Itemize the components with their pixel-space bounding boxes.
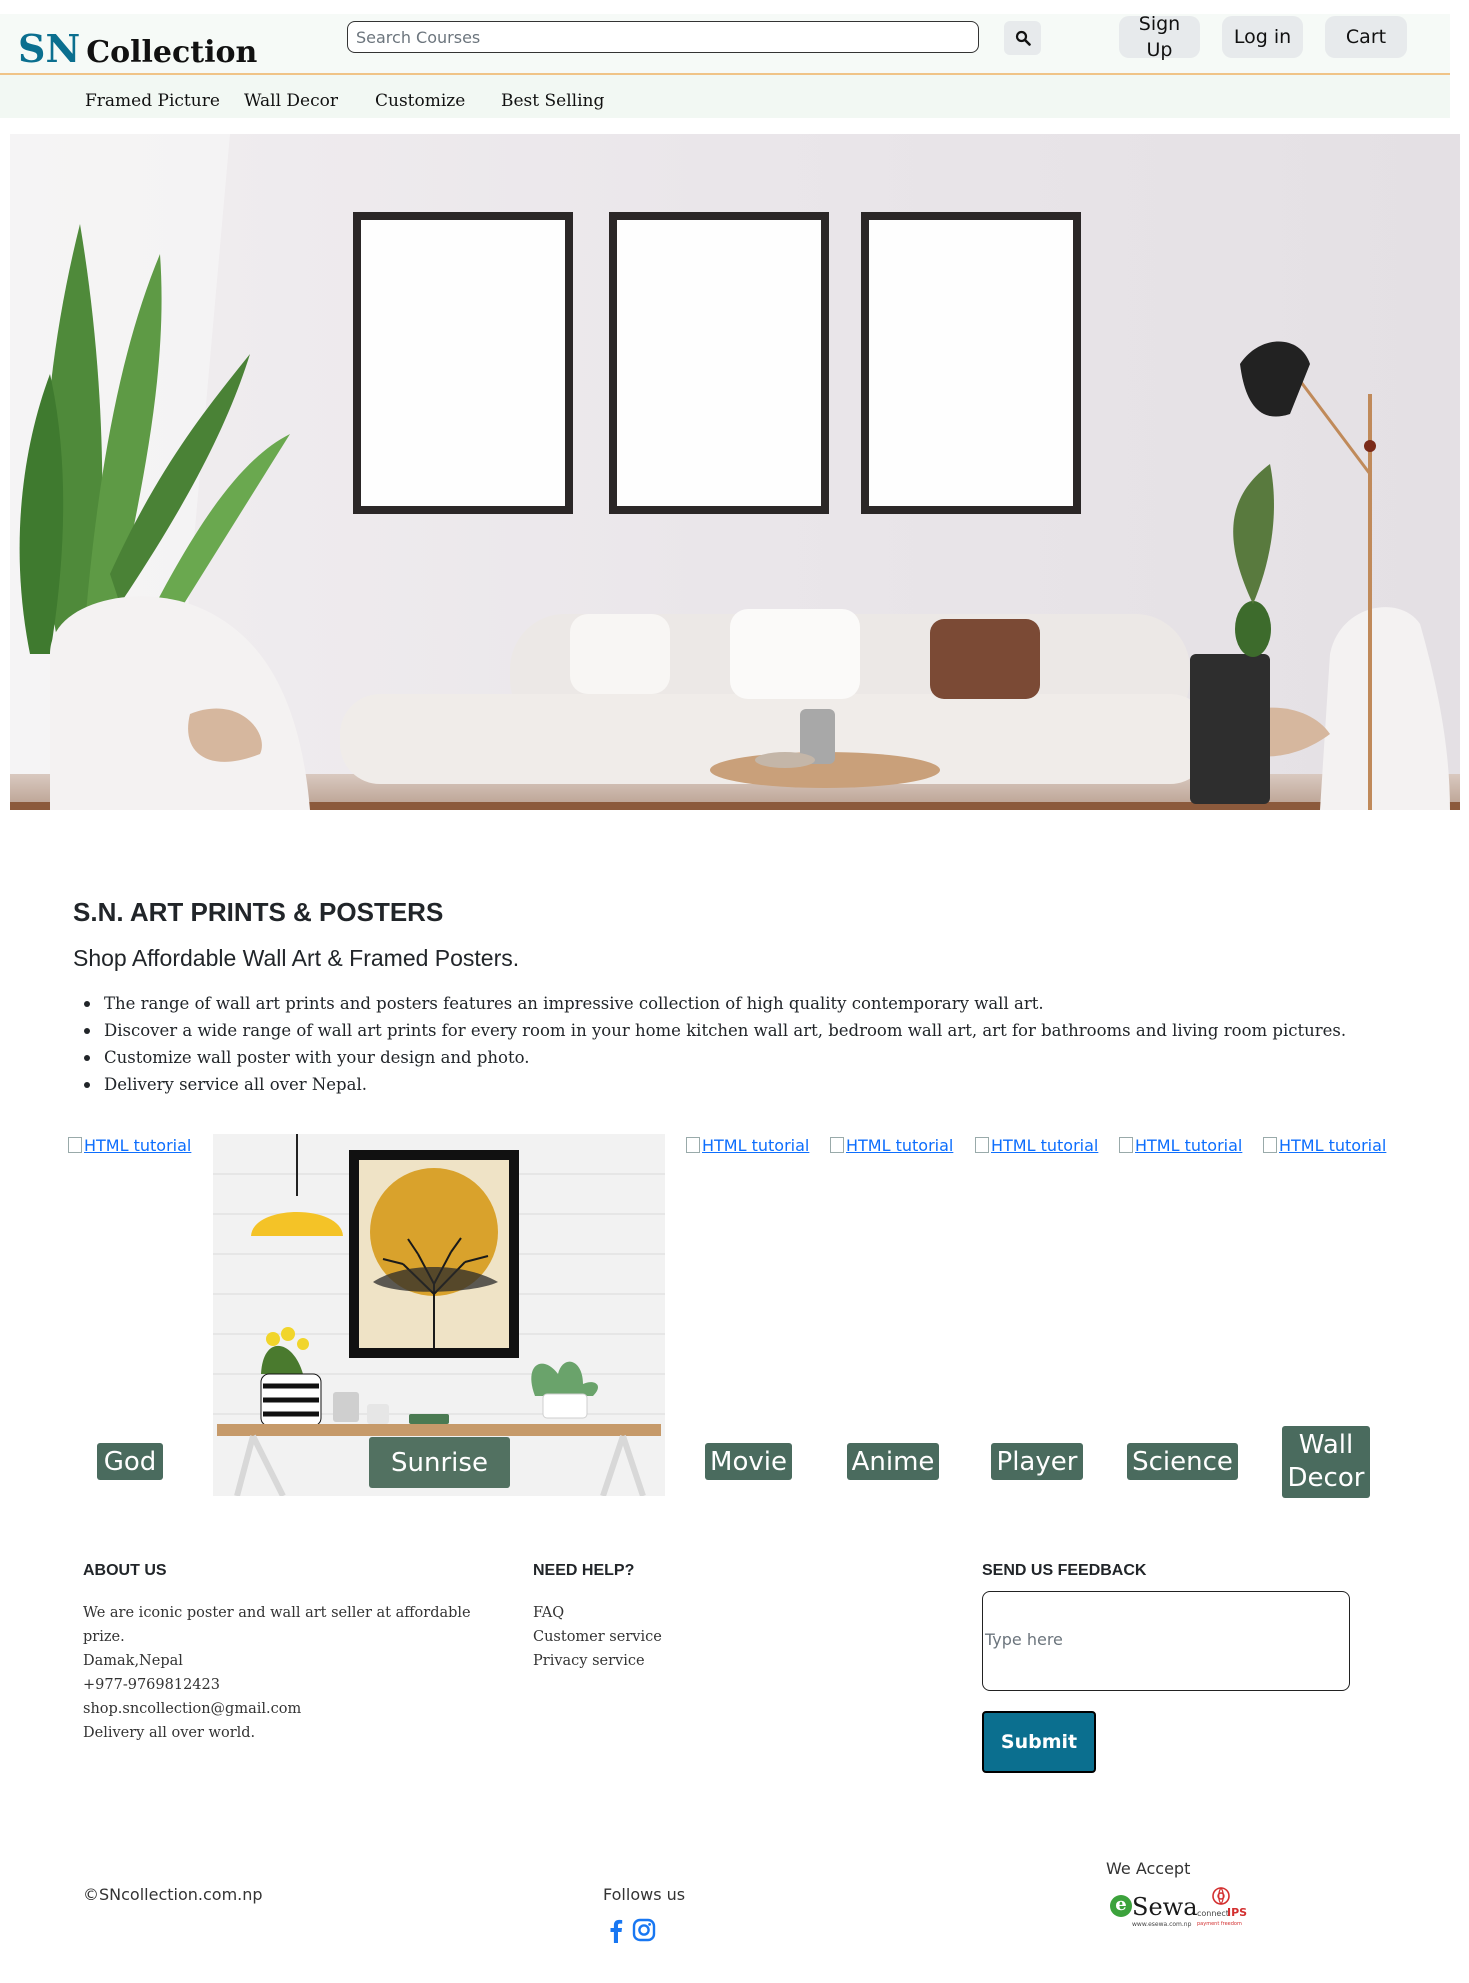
hero-banner-image (10, 134, 1460, 810)
esewa-wordmark: Sewa (1132, 1893, 1198, 1921)
facebook-icon[interactable] (604, 1917, 628, 1943)
nav-framed-picture[interactable]: Framed Picture (85, 91, 220, 111)
caption-sunrise[interactable]: Sunrise (369, 1437, 510, 1488)
submit-feedback-button[interactable]: Submit (982, 1711, 1096, 1773)
signup-button[interactable]: Sign Up (1119, 13, 1200, 61)
search-input[interactable] (347, 21, 979, 53)
gallery-image-movie[interactable]: HTML tutorial (686, 1136, 809, 1155)
site-logo[interactable]: SN Collection (18, 26, 257, 71)
image-alt-text: HTML tutorial (702, 1136, 810, 1155)
ips-connect-text: connect (1197, 1909, 1229, 1918)
about-line: prize. (83, 1629, 125, 1645)
help-links: FAQ Customer service Privacy service (533, 1601, 662, 1673)
broken-image-icon (68, 1137, 82, 1153)
feedback-textarea[interactable] (982, 1591, 1350, 1691)
gallery-image-anime[interactable]: HTML tutorial (830, 1136, 953, 1155)
ips-flower-icon (1212, 1886, 1230, 1906)
top-header: SNCollection Sign Up Log in Cart (0, 13, 1450, 75)
logo-collection-text: Collection (86, 35, 258, 70)
about-us-heading: ABOUT US (83, 1562, 167, 1579)
nav-best-selling[interactable]: Best Selling (501, 91, 604, 111)
feedback-heading: SEND US FEEDBACK (982, 1562, 1147, 1579)
feature-item: Customize wall poster with your design a… (83, 1044, 1346, 1071)
category-navbar: Framed Picture Wall Decor Customize Best… (0, 75, 1450, 118)
we-accept-label: We Accept (1106, 1859, 1191, 1878)
need-help-heading: NEED HELP? (533, 1562, 635, 1579)
feature-item: Delivery service all over Nepal. (83, 1071, 1346, 1098)
copyright-text: ©SNcollection.com.np (83, 1885, 263, 1904)
image-alt-text: HTML tutorial (1135, 1136, 1243, 1155)
broken-image-icon (830, 1137, 844, 1153)
broken-image-icon (1119, 1137, 1133, 1153)
logo-sn-text: SN (18, 26, 81, 71)
feature-item: Discover a wide range of wall art prints… (83, 1017, 1346, 1044)
gallery-image-god[interactable]: HTML tutorial (68, 1136, 191, 1155)
caption-science[interactable]: Science (1127, 1443, 1238, 1480)
privacy-service-link[interactable]: Privacy service (533, 1649, 662, 1673)
customer-service-link[interactable]: Customer service (533, 1625, 662, 1649)
search-icon (1015, 30, 1031, 46)
search-button[interactable] (1004, 21, 1041, 55)
gallery-image-player[interactable]: HTML tutorial (975, 1136, 1098, 1155)
about-email: shop.sncollection@gmail.com (83, 1701, 302, 1717)
image-alt-text: HTML tutorial (846, 1136, 954, 1155)
esewa-url: www.esewa.com.np (1132, 1921, 1192, 1928)
about-phone: +977-9769812423 (83, 1677, 220, 1693)
gallery-image-wall-decor[interactable]: HTML tutorial (1263, 1136, 1386, 1155)
page-subtitle: Shop Affordable Wall Art & Framed Poster… (73, 945, 520, 971)
feature-list: The range of wall art prints and posters… (83, 990, 1346, 1098)
esewa-logo: e Sewa www.esewa.com.np (1110, 1893, 1198, 1933)
image-alt-text: HTML tutorial (1279, 1136, 1387, 1155)
image-alt-text: HTML tutorial (991, 1136, 1099, 1155)
instagram-icon[interactable] (632, 1917, 656, 1943)
gallery-image-science[interactable]: HTML tutorial (1119, 1136, 1242, 1155)
about-delivery: Delivery all over world. (83, 1725, 256, 1741)
follow-us-label: Follows us (603, 1885, 686, 1904)
esewa-e-mark: e (1110, 1895, 1132, 1917)
caption-wall-decor[interactable]: Wall Decor (1282, 1426, 1370, 1498)
broken-image-icon (1263, 1137, 1277, 1153)
signup-label-line1: Sign (1138, 13, 1181, 35)
nav-wall-decor[interactable]: Wall Decor (244, 91, 338, 111)
about-line: We are iconic poster and wall art seller… (83, 1605, 471, 1621)
faq-link[interactable]: FAQ (533, 1601, 662, 1625)
nav-customize[interactable]: Customize (375, 91, 465, 111)
broken-image-icon (686, 1137, 700, 1153)
caption-movie[interactable]: Movie (705, 1443, 792, 1480)
broken-image-icon (975, 1137, 989, 1153)
caption-anime[interactable]: Anime (847, 1443, 939, 1480)
about-us-text: We are iconic poster and wall art seller… (83, 1601, 471, 1745)
caption-player[interactable]: Player (991, 1443, 1083, 1480)
about-address: Damak,Nepal (83, 1653, 183, 1669)
page-title: S.N. ART PRINTS & POSTERS (73, 897, 444, 927)
feature-item: The range of wall art prints and posters… (83, 990, 1346, 1017)
connect-ips-logo: connect IPS payment freedom (1197, 1886, 1247, 1931)
login-button[interactable]: Log in (1222, 16, 1303, 58)
image-alt-text: HTML tutorial (84, 1136, 192, 1155)
ips-text: IPS (1227, 1906, 1248, 1919)
caption-god[interactable]: God (97, 1443, 163, 1480)
signup-label-line2: Up (1146, 39, 1173, 61)
ips-tagline: payment freedom (1197, 1921, 1242, 1927)
cart-button[interactable]: Cart (1325, 16, 1407, 58)
empty-frame-left (353, 212, 1081, 514)
